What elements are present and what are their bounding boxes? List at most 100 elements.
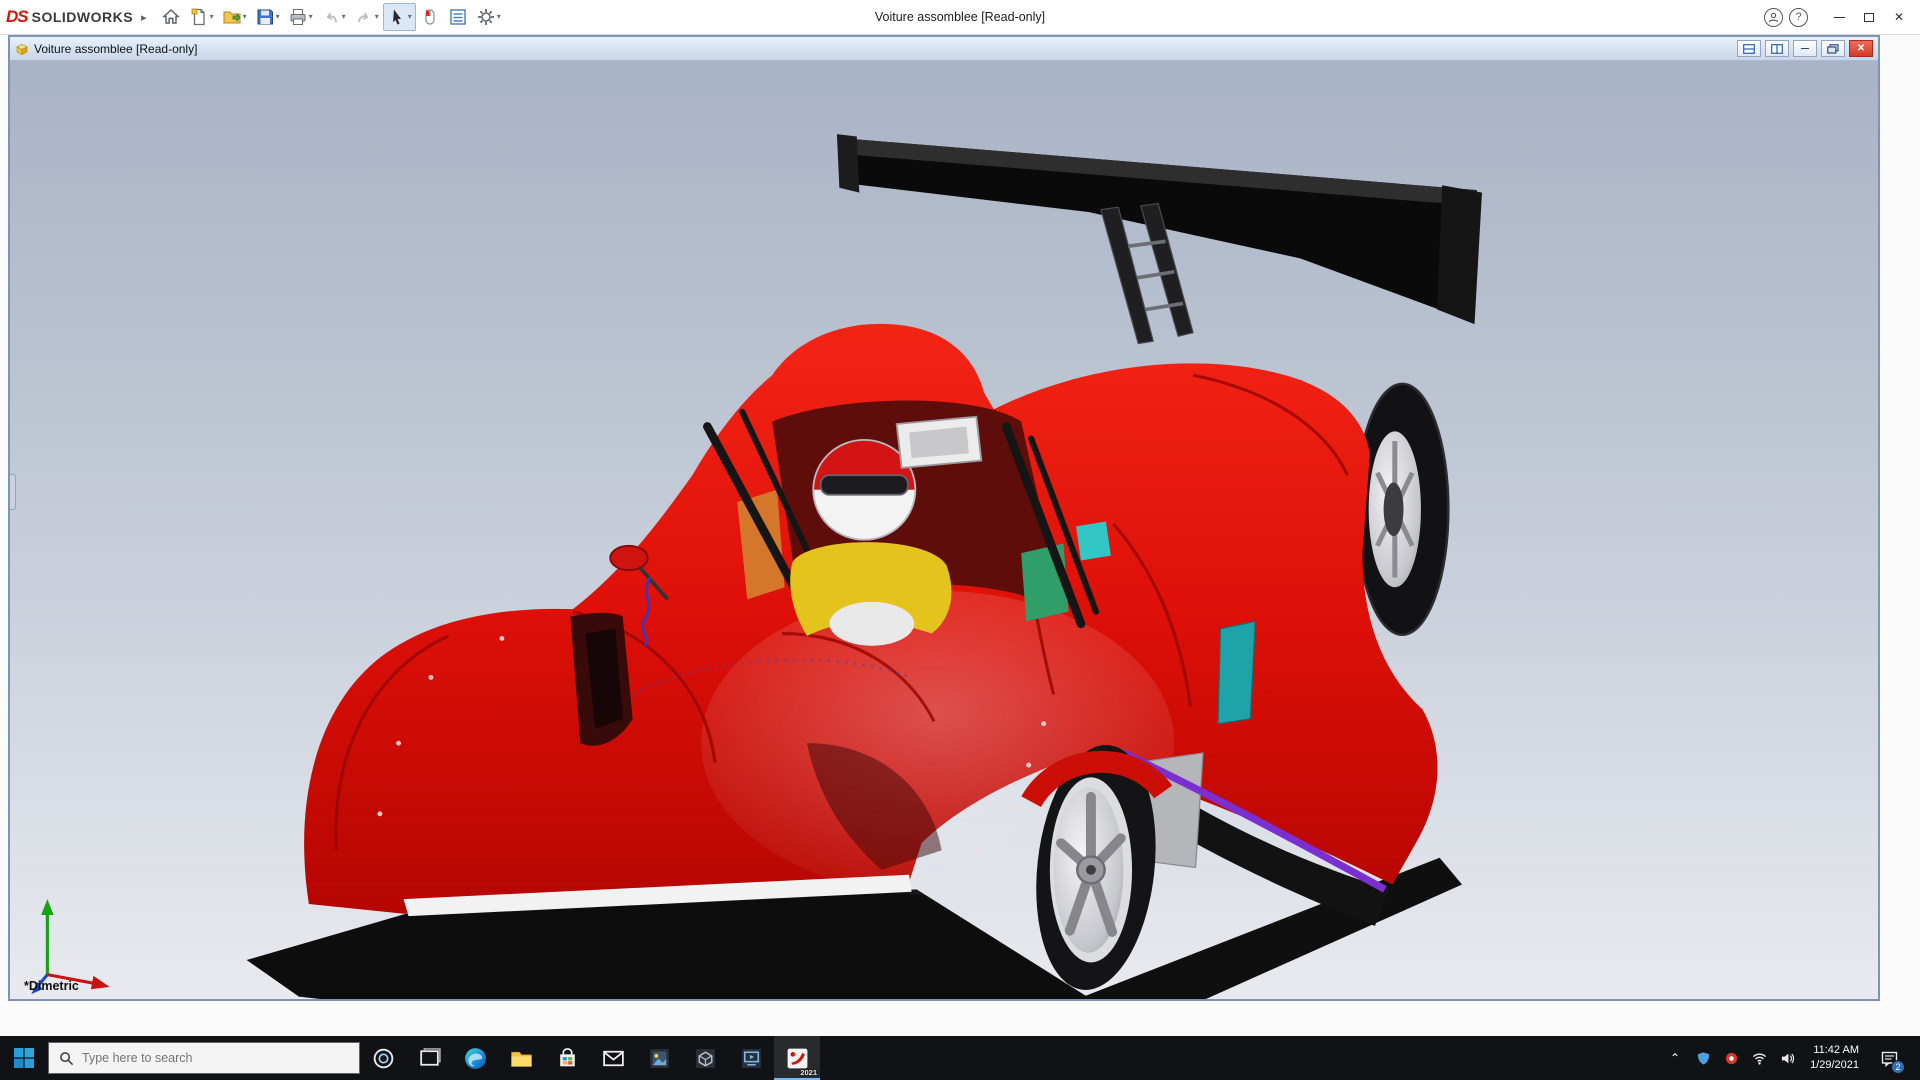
- file-explorer-button[interactable]: [498, 1036, 544, 1080]
- doc-close-button[interactable]: ✕: [1849, 40, 1873, 57]
- dassault-logo-mark: DS: [6, 7, 29, 26]
- redo-button[interactable]: ▾: [350, 3, 383, 31]
- doc-restore-icon: [1827, 43, 1839, 54]
- security-shield-icon: [1697, 1051, 1709, 1065]
- maximize-icon: [1864, 12, 1874, 22]
- store-button[interactable]: [544, 1036, 590, 1080]
- save-icon: [257, 9, 273, 25]
- rear-wheel-near[interactable]: [1021, 739, 1173, 996]
- new-document-icon: [191, 8, 205, 26]
- view-orientation-label: *Dimetric: [24, 979, 79, 993]
- new-document-button[interactable]: ▾: [185, 3, 218, 31]
- print-dropdown[interactable]: ▾: [309, 13, 313, 21]
- doc-minimize-icon: [1801, 48, 1809, 49]
- maximize-button[interactable]: [1854, 4, 1884, 30]
- solidworks-logo: DS SOLIDWORKS ▸: [6, 7, 147, 27]
- tile-vertical-icon: [1771, 43, 1783, 54]
- action-center-button[interactable]: 2: [1869, 1036, 1909, 1080]
- windows-logo-icon: [14, 1048, 34, 1068]
- assembly-icon: [16, 43, 28, 55]
- wifi-icon: [1752, 1052, 1766, 1065]
- window-controls: ✕: [1824, 4, 1914, 30]
- save-dropdown[interactable]: ▾: [276, 13, 280, 21]
- menu-expand-chevron-icon[interactable]: ▸: [141, 11, 147, 24]
- app-title-bar: DS SOLIDWORKS ▸ ▾ ▾ ▾ ▾ ▾ ▾ ▾ ▾ Voiture …: [0, 0, 1920, 35]
- select-cursor-icon: [392, 9, 401, 25]
- undo-dropdown[interactable]: ▾: [342, 13, 346, 21]
- mouse-gesture-button[interactable]: [416, 3, 444, 31]
- options-button[interactable]: ▾: [472, 3, 505, 31]
- rear-wheel-far[interactable]: [1354, 382, 1450, 636]
- movies-tv-icon: [741, 1048, 761, 1068]
- undo-button[interactable]: ▾: [317, 3, 350, 31]
- minimize-icon: [1833, 16, 1845, 18]
- save-button[interactable]: ▾: [251, 3, 284, 31]
- print-button[interactable]: ▾: [284, 3, 317, 31]
- doc-tile-vertical-button[interactable]: [1765, 40, 1789, 57]
- app-window-title: Voiture assomblee [Read-only]: [874, 10, 1046, 24]
- account-button[interactable]: [1764, 7, 1783, 27]
- mouse-gesture-icon: [425, 9, 435, 25]
- status-dot-icon: [1725, 1052, 1737, 1064]
- document-title: Voiture assomblee [Read-only]: [34, 41, 198, 56]
- solidworks-version-badge: 2021: [800, 1068, 817, 1077]
- photos-icon: [649, 1048, 669, 1068]
- volume-tray-button[interactable]: [1774, 1036, 1800, 1080]
- new-document-dropdown[interactable]: ▾: [210, 13, 214, 21]
- edge-icon: [464, 1047, 486, 1069]
- task-pane-icon: [450, 9, 466, 25]
- user-icon: [1768, 12, 1779, 22]
- graphics-viewport[interactable]: *Dimetric: [10, 61, 1878, 999]
- redo-dropdown[interactable]: ▾: [375, 13, 379, 21]
- minimize-button[interactable]: [1824, 4, 1854, 30]
- solidworks-taskbar-button[interactable]: 2021: [774, 1036, 820, 1080]
- 3d-viewer-button[interactable]: [682, 1036, 728, 1080]
- rear-wing[interactable]: [836, 134, 1482, 345]
- select-dropdown[interactable]: ▾: [408, 13, 412, 21]
- document-title-bar[interactable]: Voiture assomblee [Read-only] ✕: [10, 37, 1878, 61]
- hidden-icons-button[interactable]: ⌃: [1662, 1036, 1688, 1080]
- movies-tv-button[interactable]: [728, 1036, 774, 1080]
- system-tray: ⌃ 11:42 AM 1/29/2021 2: [1662, 1036, 1920, 1080]
- car-model-render[interactable]: [10, 61, 1878, 999]
- updates-tray-button[interactable]: [1718, 1036, 1744, 1080]
- doc-restore-button[interactable]: [1821, 40, 1845, 57]
- home-button[interactable]: [157, 3, 185, 31]
- feature-tree-splitter[interactable]: [10, 473, 16, 510]
- edge-icon-button[interactable]: [452, 1036, 498, 1080]
- help-button[interactable]: ?: [1789, 7, 1808, 27]
- open-folder-icon: [223, 11, 241, 24]
- undo-icon: [326, 12, 337, 23]
- doc-tile-horizontal-button[interactable]: [1737, 40, 1761, 57]
- security-tray-button[interactable]: [1690, 1036, 1716, 1080]
- network-tray-button[interactable]: [1746, 1036, 1772, 1080]
- clock-time: 11:42 AM: [1813, 1044, 1859, 1057]
- select-tool-button[interactable]: ▾: [382, 3, 416, 31]
- tray-caret-icon: ⌃: [1670, 1051, 1681, 1065]
- taskbar-search[interactable]: [48, 1042, 360, 1074]
- mail-button[interactable]: [590, 1036, 636, 1080]
- notification-badge: 2: [1891, 1060, 1905, 1074]
- store-icon: [559, 1047, 575, 1066]
- windows-taskbar: 2021 ⌃ 11:42 AM 1/29/2021 2: [0, 1036, 1920, 1080]
- 3d-viewer-icon: [695, 1048, 715, 1068]
- volume-icon: [1781, 1053, 1794, 1063]
- doc-minimize-button[interactable]: [1793, 40, 1817, 57]
- task-view-button[interactable]: [406, 1036, 452, 1080]
- task-pane-button[interactable]: [444, 3, 472, 31]
- taskbar-clock[interactable]: 11:42 AM 1/29/2021: [1802, 1043, 1867, 1073]
- open-button[interactable]: ▾: [218, 3, 251, 31]
- gear-icon: [477, 9, 494, 25]
- tile-horizontal-icon: [1743, 43, 1755, 54]
- clock-date: 1/29/2021: [1810, 1059, 1859, 1071]
- close-icon: ✕: [1893, 10, 1905, 24]
- help-icon: ?: [1795, 11, 1802, 23]
- options-dropdown[interactable]: ▾: [497, 13, 501, 21]
- search-input[interactable]: [82, 1051, 349, 1065]
- close-button[interactable]: ✕: [1884, 4, 1914, 30]
- cortana-button[interactable]: [360, 1036, 406, 1080]
- search-icon: [60, 1051, 74, 1065]
- start-button[interactable]: [0, 1036, 48, 1080]
- photos-button[interactable]: [636, 1036, 682, 1080]
- open-dropdown[interactable]: ▾: [243, 13, 247, 21]
